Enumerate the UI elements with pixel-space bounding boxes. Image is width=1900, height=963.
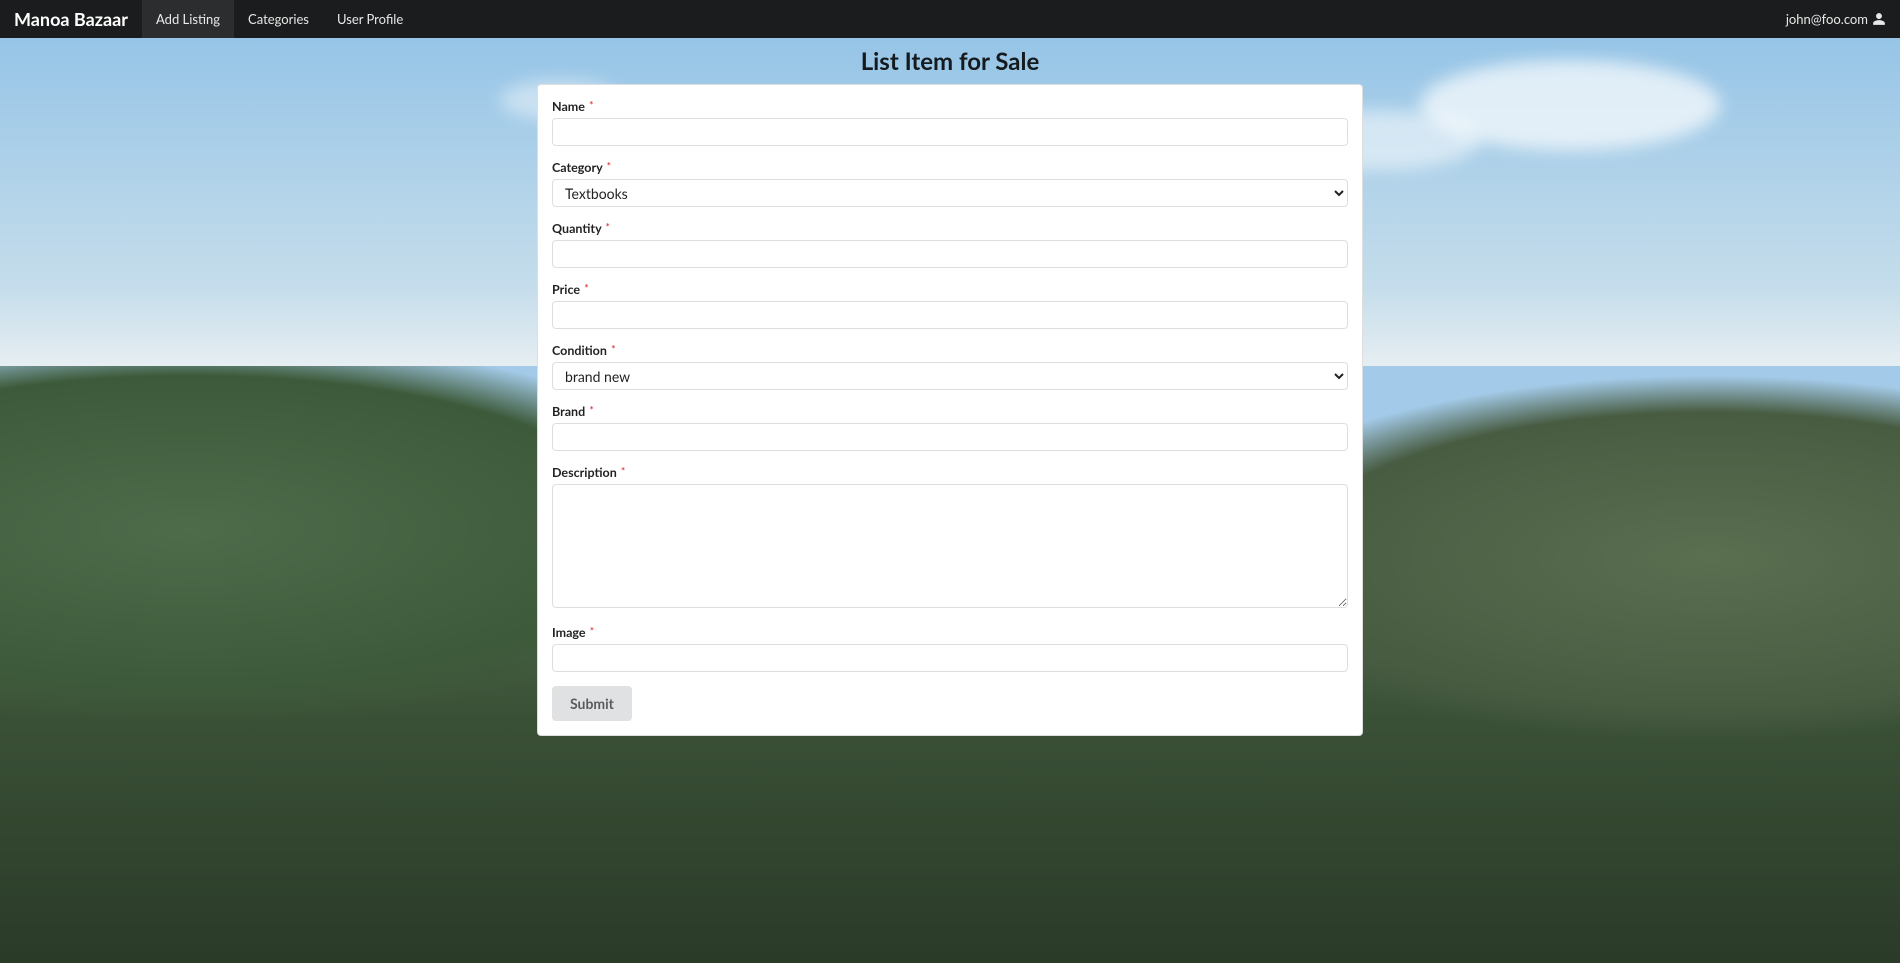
label-category: Category * (552, 160, 1348, 175)
price-input[interactable] (552, 301, 1348, 329)
label-image: Image * (552, 625, 1348, 640)
main-container: List Item for Sale Name * Category * Tex… (537, 38, 1363, 766)
label-quantity-text: Quantity (552, 221, 601, 236)
nav-item-categories[interactable]: Categories (234, 0, 323, 38)
required-star: * (590, 625, 595, 638)
user-icon (1872, 12, 1886, 26)
condition-select[interactable]: brand new (552, 362, 1348, 390)
required-star: * (589, 404, 594, 417)
field-image: Image * (552, 625, 1348, 672)
image-input[interactable] (552, 644, 1348, 672)
label-brand-text: Brand (552, 404, 585, 419)
navbar: Manoa Bazaar Add Listing Categories User… (0, 0, 1900, 38)
page-title: List Item for Sale (537, 47, 1363, 76)
navbar-brand[interactable]: Manoa Bazaar (0, 0, 142, 38)
field-category: Category * Textbooks (552, 160, 1348, 207)
label-condition-text: Condition (552, 343, 607, 358)
label-condition: Condition * (552, 343, 1348, 358)
label-name-text: Name (552, 99, 585, 114)
name-input[interactable] (552, 118, 1348, 146)
label-price: Price * (552, 282, 1348, 297)
label-image-text: Image (552, 625, 586, 640)
required-star: * (589, 99, 594, 112)
field-quantity: Quantity * (552, 221, 1348, 268)
required-star: * (584, 282, 589, 295)
label-price-text: Price (552, 282, 580, 297)
field-price: Price * (552, 282, 1348, 329)
required-star: * (606, 160, 611, 173)
submit-button[interactable]: Submit (552, 686, 632, 721)
field-brand: Brand * (552, 404, 1348, 451)
field-description: Description * (552, 465, 1348, 611)
form-panel: Name * Category * Textbooks Quantity * P… (537, 84, 1363, 736)
field-name: Name * (552, 99, 1348, 146)
brand-input[interactable] (552, 423, 1348, 451)
field-condition: Condition * brand new (552, 343, 1348, 390)
required-star: * (621, 465, 626, 478)
required-star: * (611, 343, 616, 356)
label-name: Name * (552, 99, 1348, 114)
nav-item-user-profile[interactable]: User Profile (323, 0, 417, 38)
required-star: * (605, 221, 610, 234)
label-category-text: Category (552, 160, 602, 175)
label-description: Description * (552, 465, 1348, 480)
description-textarea[interactable] (552, 484, 1348, 608)
label-brand: Brand * (552, 404, 1348, 419)
nav-item-add-listing[interactable]: Add Listing (142, 0, 234, 38)
label-description-text: Description (552, 465, 617, 480)
nav-user-label: john@foo.com (1786, 11, 1868, 27)
nav-user-menu[interactable]: john@foo.com (1772, 0, 1900, 38)
category-select[interactable]: Textbooks (552, 179, 1348, 207)
quantity-input[interactable] (552, 240, 1348, 268)
label-quantity: Quantity * (552, 221, 1348, 236)
